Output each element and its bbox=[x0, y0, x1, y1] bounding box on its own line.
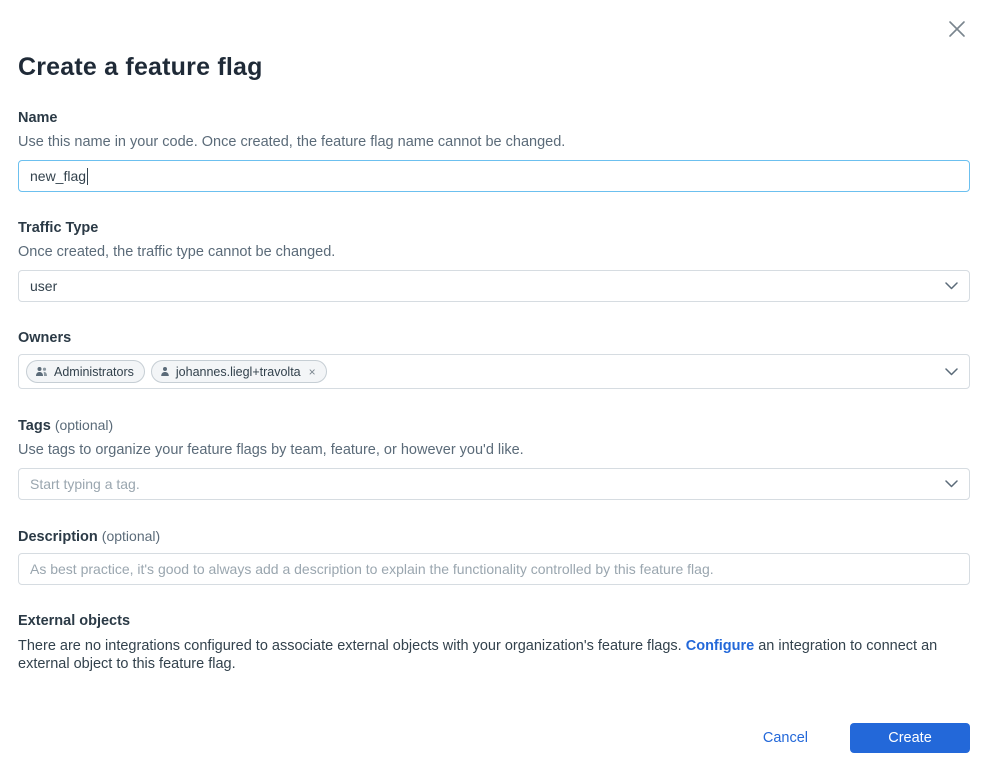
description-label-text: Description bbox=[18, 529, 98, 545]
configure-link[interactable]: Configure bbox=[686, 638, 754, 654]
traffic-type-label: Traffic Type bbox=[18, 220, 970, 236]
owner-chip-label: Administrators bbox=[54, 365, 134, 379]
external-objects-section: External objects There are no integratio… bbox=[18, 613, 970, 673]
name-label: Name bbox=[18, 110, 970, 126]
traffic-type-selected-value: user bbox=[30, 278, 57, 294]
description-optional-text: (optional) bbox=[102, 528, 160, 544]
external-objects-text: There are no integrations configured to … bbox=[18, 637, 970, 673]
chevron-down-icon bbox=[945, 480, 958, 488]
name-input[interactable]: new_flag bbox=[18, 160, 970, 192]
name-help-text: Use this name in your code. Once created… bbox=[18, 134, 970, 150]
cancel-button[interactable]: Cancel bbox=[763, 730, 808, 746]
remove-chip-icon[interactable]: × bbox=[309, 366, 316, 378]
owner-chip-user[interactable]: johannes.liegl+travolta × bbox=[151, 360, 327, 383]
person-icon bbox=[160, 366, 170, 377]
tags-placeholder: Start typing a tag. bbox=[30, 476, 140, 492]
create-button[interactable]: Create bbox=[850, 723, 970, 753]
external-objects-text-before: There are no integrations configured to … bbox=[18, 638, 686, 654]
tags-section: Tags (optional) Use tags to organize you… bbox=[18, 417, 970, 500]
text-caret bbox=[87, 168, 88, 185]
tags-optional-text: (optional) bbox=[55, 417, 113, 433]
name-input-value: new_flag bbox=[30, 168, 86, 184]
owners-label: Owners bbox=[18, 330, 970, 346]
create-feature-flag-modal: Create a feature flag Name Use this name… bbox=[0, 0, 988, 763]
external-objects-label: External objects bbox=[18, 613, 970, 629]
traffic-type-help-text: Once created, the traffic type cannot be… bbox=[18, 244, 970, 260]
owners-section: Owners Administrators bbox=[18, 330, 970, 389]
owner-chip-administrators[interactable]: Administrators bbox=[26, 360, 145, 383]
group-icon bbox=[35, 366, 48, 377]
description-label: Description (optional) bbox=[18, 528, 970, 545]
modal-footer: Cancel Create bbox=[18, 723, 970, 753]
tags-label: Tags (optional) bbox=[18, 417, 970, 434]
traffic-type-section: Traffic Type Once created, the traffic t… bbox=[18, 220, 970, 302]
owners-select[interactable]: Administrators johannes.liegl+travolta × bbox=[18, 354, 970, 389]
tags-input[interactable]: Start typing a tag. bbox=[18, 468, 970, 500]
chevron-down-icon bbox=[945, 368, 958, 376]
page-title: Create a feature flag bbox=[18, 0, 970, 82]
chevron-down-icon bbox=[945, 282, 958, 290]
description-section: Description (optional) bbox=[18, 528, 970, 585]
owner-chip-label: johannes.liegl+travolta bbox=[176, 365, 301, 379]
close-icon[interactable] bbox=[944, 16, 970, 42]
traffic-type-select[interactable]: user bbox=[18, 270, 970, 302]
description-input[interactable] bbox=[18, 553, 970, 585]
tags-label-text: Tags bbox=[18, 418, 51, 434]
name-section: Name Use this name in your code. Once cr… bbox=[18, 110, 970, 192]
tags-help-text: Use tags to organize your feature flags … bbox=[18, 442, 970, 458]
